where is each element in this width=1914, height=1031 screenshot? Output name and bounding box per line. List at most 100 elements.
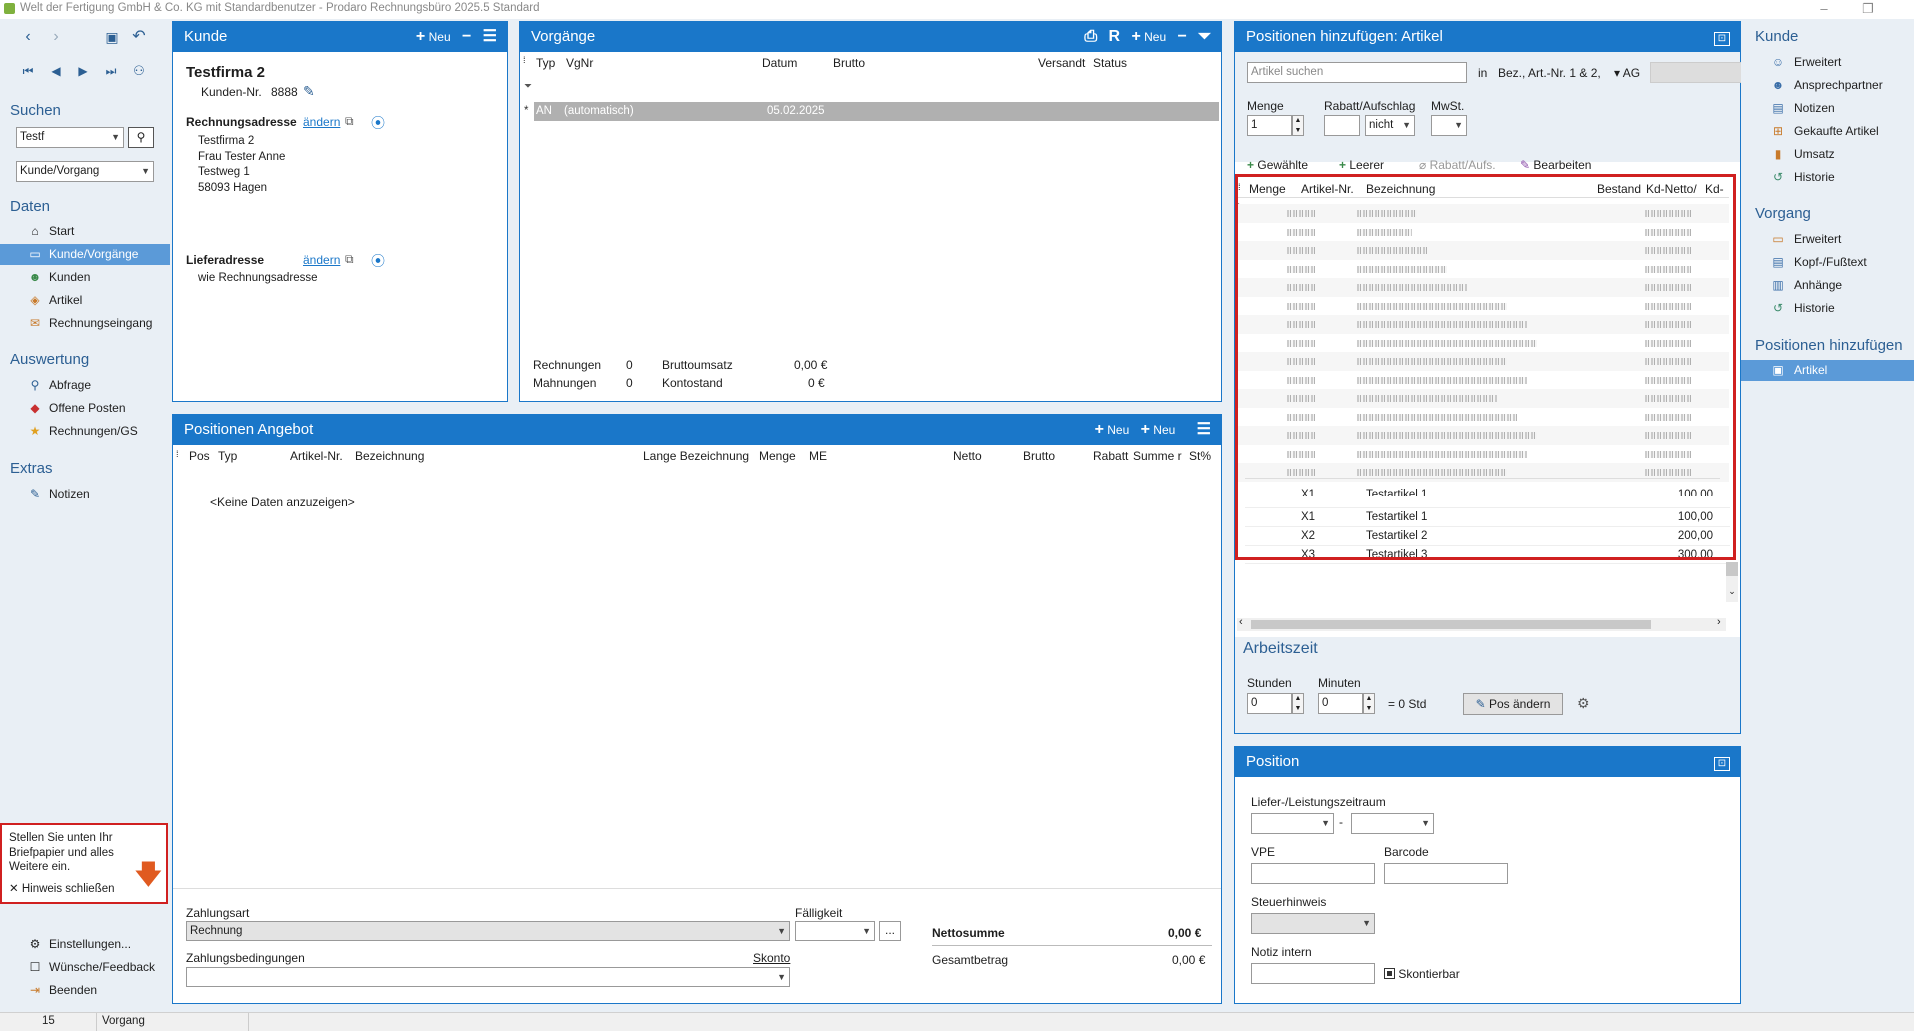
- right-artikel[interactable]: ▣ Artikel: [1741, 360, 1914, 381]
- nav-item-einstellungen[interactable]: ⚙ Einstellungen...: [0, 934, 170, 955]
- vpe-input[interactable]: [1251, 863, 1375, 884]
- kunde-new-button[interactable]: + Neu: [416, 22, 451, 52]
- zahlungsart-select[interactable]: Rechnung ▼: [186, 921, 790, 941]
- zeitraum-from-select[interactable]: ▼: [1251, 813, 1334, 834]
- right-umsatz[interactable]: ▮ Umsatz: [1741, 144, 1914, 165]
- menge-stepper[interactable]: ▲ ▼: [1292, 115, 1304, 136]
- vorgang-new-button[interactable]: + Neu: [1131, 22, 1166, 52]
- vorgang-row-selected[interactable]: * AN (automatisch) 05.02.2025: [524, 102, 1219, 121]
- copy-icon[interactable]: ⧉: [345, 252, 354, 267]
- edit-pencil-icon[interactable]: ✎: [303, 83, 315, 100]
- undo-icon[interactable]: ↶: [129, 28, 149, 46]
- add-empty-button[interactable]: + Leerer: [1339, 158, 1384, 172]
- minuten-stepper[interactable]: ▲ ▼: [1363, 693, 1375, 714]
- map-pin-icon[interactable]: ⦿: [371, 251, 385, 271]
- back-icon[interactable]: ‹: [18, 28, 38, 46]
- nav-item-rechnungen-gs[interactable]: ★ Rechnungen/GS: [0, 421, 170, 442]
- col-menge[interactable]: Menge: [759, 449, 796, 463]
- right-vorgang-historie[interactable]: ↺ Historie: [1741, 298, 1914, 319]
- zeitraum-to-select[interactable]: ▼: [1351, 813, 1434, 834]
- col-brutto[interactable]: Brutto: [833, 56, 865, 70]
- search-input[interactable]: Testf ▼: [16, 127, 124, 148]
- vorgang-remove-button[interactable]: −: [1178, 22, 1187, 52]
- skonto-link[interactable]: Skonto: [753, 951, 790, 965]
- lieferadresse-aendern-link[interactable]: ändern: [303, 253, 340, 267]
- print-icon[interactable]: ⎙: [1084, 22, 1097, 52]
- ag-select[interactable]: ▾ AG: [1614, 66, 1640, 80]
- right-kopf-fusstext[interactable]: ▤ Kopf-/Fußtext: [1741, 252, 1914, 273]
- rabatt-mode-select[interactable]: nicht ▼: [1365, 115, 1415, 136]
- map-pin-icon[interactable]: ⦿: [371, 113, 385, 133]
- faelligkeit-select[interactable]: ▼: [795, 921, 875, 941]
- zahlungsbedingungen-select[interactable]: ▼: [186, 967, 790, 987]
- prev-record-icon[interactable]: ◀: [46, 62, 66, 80]
- col-steuer[interactable]: St%: [1189, 449, 1211, 463]
- rechnungsadresse-aendern-link[interactable]: ändern: [303, 115, 340, 129]
- artikel-search-input[interactable]: Artikel suchen: [1247, 62, 1467, 83]
- col-brutto[interactable]: Brutto: [1023, 449, 1055, 463]
- menu-icon[interactable]: ☰: [483, 22, 497, 52]
- col-datum[interactable]: Datum: [762, 56, 797, 70]
- col-me[interactable]: ME: [809, 449, 827, 463]
- filter-icon[interactable]: ⏷: [1198, 22, 1211, 52]
- col-artikel-nr[interactable]: Artikel-Nr.: [290, 449, 343, 463]
- angebot-new-button[interactable]: + Neu: [1095, 415, 1130, 445]
- last-record-icon[interactable]: ⏭: [101, 62, 121, 80]
- rabatt-aufs-button[interactable]: ⌀ Rabatt/Aufs.: [1419, 158, 1496, 172]
- nav-item-feedback[interactable]: ☐ Wünsche/Feedback: [0, 957, 170, 978]
- r-button[interactable]: R: [1109, 22, 1121, 52]
- nav-item-offene-posten[interactable]: ◆ Offene Posten: [0, 398, 170, 419]
- col-bezeichnung[interactable]: Bezeichnung: [355, 449, 424, 463]
- right-vorgang-erweitert[interactable]: ▭ Erweitert: [1741, 229, 1914, 250]
- stunden-input[interactable]: 0: [1247, 693, 1292, 714]
- settings-icon[interactable]: ⚙: [1577, 695, 1590, 712]
- menge-input[interactable]: 1: [1247, 115, 1292, 136]
- mwst-select[interactable]: ▼: [1431, 115, 1467, 136]
- nav-item-artikel[interactable]: ◈ Artikel: [0, 290, 170, 311]
- nav-item-abfrage[interactable]: ⚲ Abfrage: [0, 375, 170, 396]
- notiz-input[interactable]: [1251, 963, 1375, 984]
- collapse-panel-icon[interactable]: ⊡: [1714, 32, 1730, 46]
- skontierbar-checkbox[interactable]: Skontierbar: [1384, 967, 1460, 981]
- filter-row-icon[interactable]: ⏷: [524, 81, 532, 92]
- rabatt-input[interactable]: [1324, 115, 1360, 136]
- col-versandt[interactable]: Versandt: [1038, 56, 1085, 70]
- next-record-icon[interactable]: ▶: [73, 62, 93, 80]
- collapse-panel-icon[interactable]: ⊡: [1714, 757, 1730, 771]
- pos-aendern-button[interactable]: ✎ Pos ändern: [1463, 693, 1563, 715]
- nav-item-kunden[interactable]: ☻ Kunden: [0, 267, 170, 288]
- first-record-icon[interactable]: ⏮: [18, 62, 38, 80]
- right-kunde-erweitert[interactable]: ☺ Erweitert: [1741, 52, 1914, 73]
- col-vgnr[interactable]: VgNr: [566, 56, 593, 70]
- nav-item-beenden[interactable]: ⇥ Beenden: [0, 980, 170, 1001]
- col-lange-bezeichnung[interactable]: Lange Bezeichnung: [643, 449, 749, 463]
- col-typ[interactable]: Typ: [536, 56, 555, 70]
- nav-item-kunde-vorgaenge[interactable]: ▭ Kunde/Vorgänge: [0, 244, 170, 265]
- col-rabatt[interactable]: Rabatt: [1093, 449, 1128, 463]
- maximize-icon[interactable]: ❐: [1846, 0, 1890, 17]
- right-anhaenge[interactable]: ▥ Anhänge: [1741, 275, 1914, 296]
- copy-icon[interactable]: ⧉: [345, 114, 354, 129]
- right-ansprechpartner[interactable]: ☻ Ansprechpartner: [1741, 75, 1914, 96]
- nav-item-notizen[interactable]: ✎ Notizen: [0, 484, 170, 505]
- barcode-input[interactable]: [1384, 863, 1508, 884]
- search-mode-select[interactable]: Kunde/Vorgang ▼: [16, 161, 154, 182]
- scroll-right-icon[interactable]: ›: [1717, 616, 1721, 628]
- right-notizen[interactable]: ▤ Notizen: [1741, 98, 1914, 119]
- horizontal-scrollbar[interactable]: ‹ ›: [1237, 616, 1726, 631]
- col-typ[interactable]: Typ: [218, 449, 237, 463]
- col-pos[interactable]: Pos: [189, 449, 210, 463]
- angebot-new-sub-button[interactable]: + Neu: [1141, 415, 1176, 445]
- search-button[interactable]: ⚲: [128, 127, 154, 148]
- col-status[interactable]: Status: [1093, 56, 1127, 70]
- add-selected-button[interactable]: + Gewählte: [1247, 158, 1308, 172]
- user-search-icon[interactable]: ⚇: [129, 62, 149, 80]
- right-gekaufte-artikel[interactable]: ⊞ Gekaufte Artikel: [1741, 121, 1914, 142]
- search-fields-select[interactable]: Bez., Art.-Nr. 1 & 2,: [1498, 66, 1601, 80]
- vertical-scrollbar[interactable]: ⌄: [1726, 562, 1738, 602]
- nav-item-start[interactable]: ⌂ Start: [0, 221, 170, 242]
- right-kunde-historie[interactable]: ↺ Historie: [1741, 167, 1914, 188]
- col-netto[interactable]: Netto: [953, 449, 982, 463]
- scroll-thumb[interactable]: [1251, 620, 1651, 629]
- kunde-remove-button[interactable]: −: [462, 22, 471, 52]
